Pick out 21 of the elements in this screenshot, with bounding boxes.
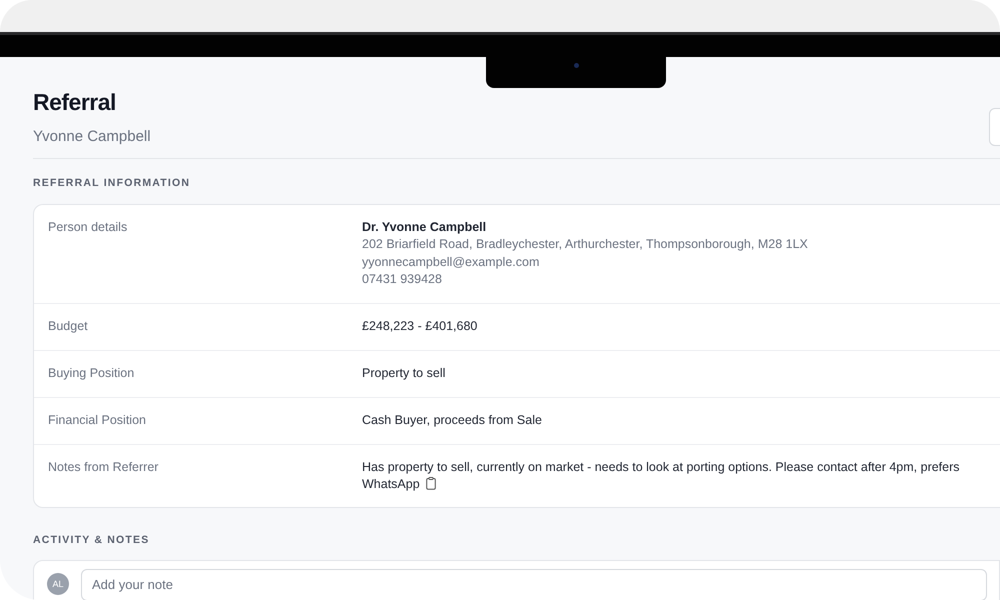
person-name: Dr. Yvonne Campbell <box>362 219 488 236</box>
field-value: Has property to sell, currently on market - needs to look at porting options. Please contact after 4pm, prefers WhatsApp <box>362 458 961 492</box>
page-subtitle: Yvonne Campbell <box>33 128 152 145</box>
user-avatar: AL <box>47 572 69 594</box>
clipboard-icon[interactable] <box>426 476 436 490</box>
section-heading: ACTIVITY & NOTES <box>33 534 150 546</box>
field-value: Cash Buyer, proceeds from Sale <box>362 412 543 429</box>
field-label: Buying Position <box>48 364 136 382</box>
page-title: Referral <box>33 89 117 116</box>
camera-icon <box>574 63 578 68</box>
section-heading: REFERRAL INFORMATION <box>33 177 192 189</box>
field-value: Property to sell <box>362 364 446 382</box>
contact-line: 07431 939428 <box>362 271 443 288</box>
contact-line: yyonnecampbell@example.com <box>362 254 540 271</box>
note-input[interactable]: Add your note <box>81 568 987 600</box>
contact-line: 202 Briarfield Road, Bradleychester, Arthurchester, Thompsonborough, M28 1LX <box>362 236 808 253</box>
field-value: £248,223 - £401,680 <box>362 318 478 334</box>
field-label: Budget <box>48 318 89 335</box>
field-label: Financial Position <box>48 412 147 428</box>
field-label: Person details <box>48 219 128 236</box>
field-label: Notes from Referrer <box>48 458 160 476</box>
